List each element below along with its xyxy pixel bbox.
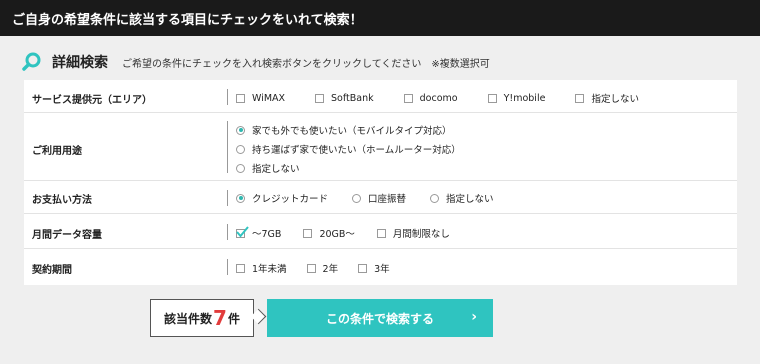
check-icon [236,225,249,238]
checkbox[interactable] [236,93,245,103]
row-contract-period: 契約期間 1年未満 2年 3年 [24,249,737,285]
radio[interactable] [236,144,245,154]
search-icon [22,52,42,72]
search-section-title: 詳細検索 ご希望の条件にチェックを入れ検索ボタンをクリックしてください ※複数選… [22,47,490,77]
divider [227,259,228,275]
option-unspecified[interactable]: 指定しない [430,191,494,205]
option-label: 家でも外でも使いたい（モバイルタイプ対応） [252,126,452,137]
option-label: 1年未満 [252,264,287,275]
options-monthly-data: ～7GB 20GB～ 月間制限なし [236,225,468,240]
option-20gb[interactable]: 20GB～ [303,226,355,240]
row-monthly-data: 月間データ容量 ～7GB 20GB～ 月間制限なし [24,214,737,249]
radio[interactable] [430,193,440,203]
checkbox[interactable] [236,263,245,273]
option-ymobile[interactable]: Y!mobile [487,92,546,104]
option-home-router[interactable]: 持ち運ばず家で使いたい（ホームルーター対応） [236,142,461,156]
checkbox[interactable] [487,93,497,103]
result-count-box: 該当件数 7 件 [150,299,254,337]
option-credit-card[interactable]: クレジットカード [236,191,328,205]
result-count-value: 7 [213,306,227,330]
checkbox[interactable] [403,93,413,103]
row-label: お支払い方法 [32,195,92,206]
options-service-provider: WiMAX SoftBank docomo Y!mobile 指定しない [236,91,657,105]
row-label: 契約期間 [32,265,72,276]
result-count-suffix: 件 [227,311,240,326]
row-payment: お支払い方法 クレジットカード 口座振替 指定しない [24,181,737,214]
option-label: 月間制限なし [392,229,450,240]
header-bar: ご自身の希望条件に該当する項目にチェックをいれて検索！ [0,0,760,36]
option-bank-transfer[interactable]: 口座振替 [352,191,406,205]
option-7gb[interactable]: ～7GB [236,225,282,240]
row-label: ご利用用途 [32,146,82,157]
result-count-prefix: 該当件数 [164,311,213,326]
option-label: Y!mobile [503,92,546,104]
radio[interactable] [236,193,245,203]
search-button[interactable]: この条件で検索する › [267,299,493,337]
options-payment: クレジットカード 口座振替 指定しない [236,191,512,205]
option-label: クレジットカード [252,194,329,205]
row-usage: ご利用用途 家でも外でも使いたい（モバイルタイプ対応） 持ち運ばず家で使いたい（… [24,113,737,181]
option-3-years[interactable]: 3年 [358,261,390,275]
options-contract-period: 1年未満 2年 3年 [236,261,408,275]
option-label: 指定しない [446,194,494,205]
option-2-years[interactable]: 2年 [306,261,339,275]
checkbox[interactable] [575,93,585,103]
checkbox[interactable] [236,225,249,238]
option-label: 3年 [374,264,390,275]
radio[interactable] [236,125,245,135]
checkbox[interactable] [358,263,368,273]
option-label: 持ち運ばず家で使いたい（ホームルーター対応） [252,145,461,156]
option-docomo[interactable]: docomo [403,92,458,104]
option-label: 指定しない [252,164,300,175]
divider [227,121,228,173]
divider [227,89,228,105]
option-unspecified[interactable]: 指定しない [236,161,461,175]
option-label: docomo [419,92,458,104]
option-unlimited[interactable]: 月間制限なし [376,226,450,240]
checkbox[interactable] [306,263,316,273]
search-subtitle: ご希望の条件にチェックを入れ検索ボタンをクリックしてください ※複数選択可 [122,58,490,70]
option-label: 口座振替 [368,194,407,205]
chevron-right-icon: › [471,309,477,325]
row-label: 月間データ容量 [32,230,102,241]
option-under-1-year[interactable]: 1年未満 [236,261,287,275]
option-unspecified[interactable]: 指定しない [575,91,639,105]
option-wimax[interactable]: WiMAX [236,93,285,104]
options-usage: 家でも外でも使いたい（モバイルタイプ対応） 持ち運ばず家で使いたい（ホームルータ… [236,123,479,180]
option-label: SoftBank [331,92,374,104]
option-label: 指定しない [591,94,639,105]
row-label: サービス提供元（エリア） [32,95,152,106]
header-title: ご自身の希望条件に該当する項目にチェックをいれて検索！ [12,12,363,28]
search-title: 詳細検索 [52,55,108,71]
row-service-provider: サービス提供元（エリア） WiMAX SoftBank docomo Y!mob… [24,80,737,113]
search-form-panel: サービス提供元（エリア） WiMAX SoftBank docomo Y!mob… [24,80,737,285]
option-softbank[interactable]: SoftBank [315,93,374,104]
option-label: ～7GB [252,229,282,240]
option-label: 20GB～ [319,229,355,240]
option-label: 2年 [322,264,339,275]
divider [227,190,228,206]
radio[interactable] [236,163,245,173]
checkbox[interactable] [315,93,325,103]
divider [227,224,228,240]
checkbox[interactable] [376,228,386,238]
checkbox[interactable] [303,228,313,238]
option-label: WiMAX [252,92,286,104]
radio[interactable] [352,193,362,203]
option-mobile[interactable]: 家でも外でも使いたい（モバイルタイプ対応） [236,123,461,137]
search-button-label: この条件で検索する [325,311,434,326]
